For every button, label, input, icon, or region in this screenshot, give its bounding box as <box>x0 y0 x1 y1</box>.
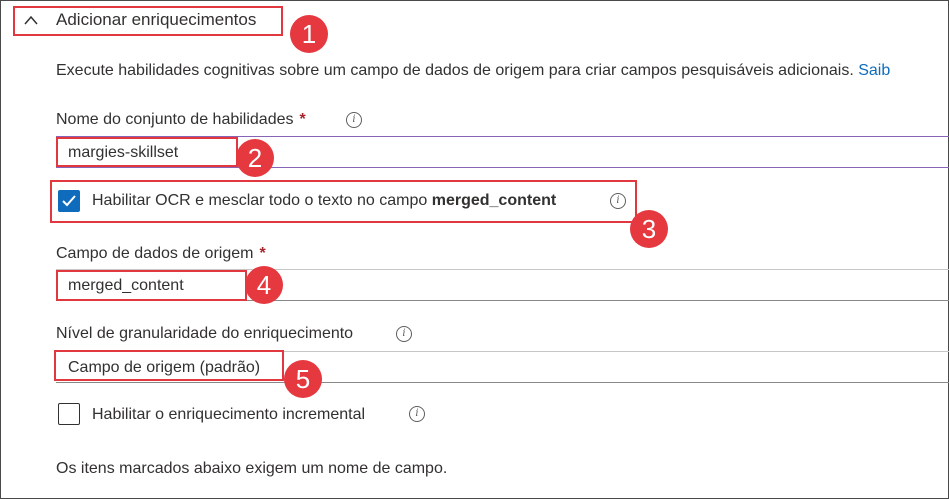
info-icon[interactable]: i <box>409 406 425 422</box>
learn-more-link[interactable]: Saib <box>858 62 890 79</box>
description-text: Execute habilidades cognitivas sobre um … <box>56 62 854 79</box>
step-badge-3: 3 <box>630 210 668 248</box>
step-badge-4: 4 <box>245 266 283 304</box>
highlight-box-2 <box>56 137 238 167</box>
required-mark: * <box>259 245 266 262</box>
step-badge-2: 2 <box>236 139 274 177</box>
skillset-label-text: Nome do conjunto de habilidades <box>56 111 294 128</box>
highlight-box-3 <box>50 180 637 223</box>
info-icon[interactable]: i <box>346 112 362 128</box>
step-badge-1: 1 <box>290 15 328 53</box>
highlight-box-1 <box>13 6 283 36</box>
highlight-box-5 <box>54 350 284 381</box>
granularity-label: Nível de granularidade do enriquecimento <box>56 325 354 342</box>
footer-note: Os itens marcados abaixo exigem um nome … <box>56 460 448 477</box>
required-mark: * <box>299 111 306 128</box>
section-description: Execute habilidades cognitivas sobre um … <box>56 61 890 81</box>
step-badge-5: 5 <box>284 360 322 398</box>
info-icon[interactable]: i <box>396 326 412 342</box>
incremental-checkbox[interactable] <box>58 403 80 425</box>
source-field-label: Campo de dados de origem * <box>56 244 266 264</box>
incremental-label: Habilitar o enriquecimento incremental <box>92 406 366 423</box>
source-field-label-text: Campo de dados de origem <box>56 245 254 262</box>
skillset-label: Nome do conjunto de habilidades * <box>56 110 306 130</box>
highlight-box-4 <box>56 270 247 301</box>
